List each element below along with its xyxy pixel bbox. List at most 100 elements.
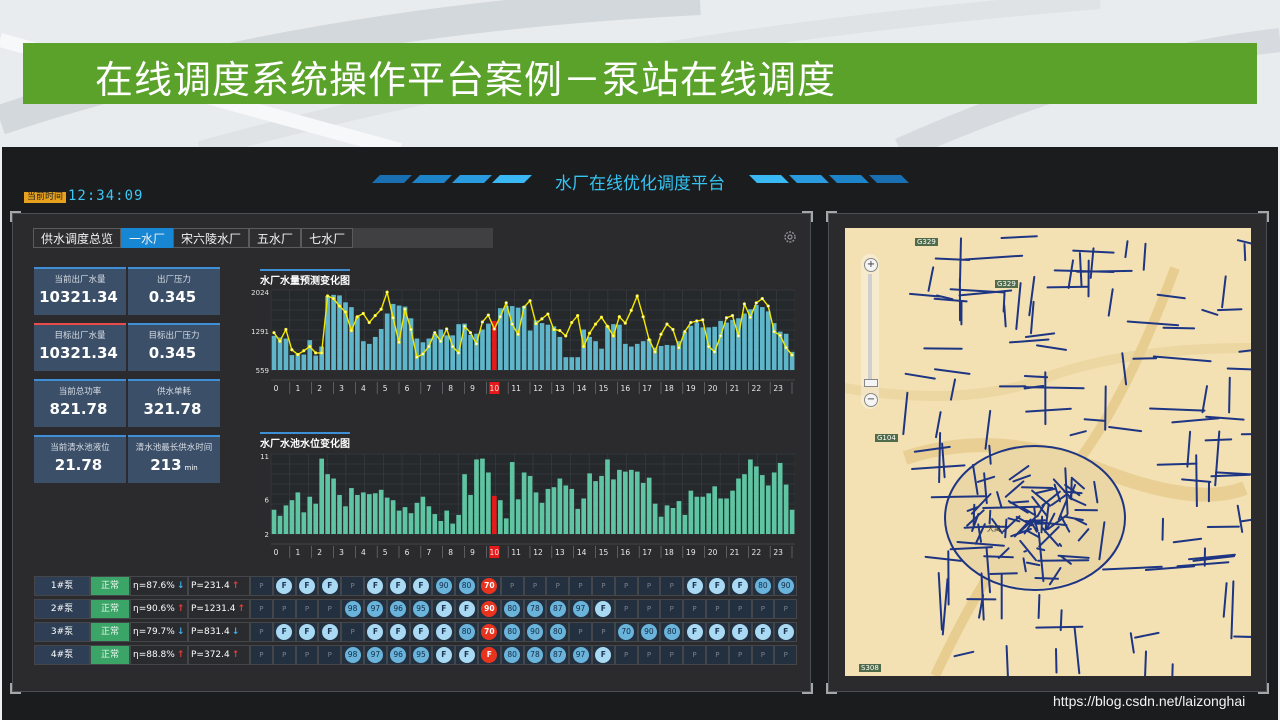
pump-hour-cell[interactable]: F	[432, 599, 456, 619]
pump-hour-cell[interactable]: 90	[477, 599, 501, 619]
pump-hour-cell[interactable]: F	[455, 645, 478, 665]
pump-hour-cell[interactable]: F	[432, 622, 456, 642]
pump-hour-cell[interactable]: P	[341, 576, 364, 596]
pump-hour-cell[interactable]: P	[272, 645, 296, 665]
pump-hour-cell[interactable]: F	[683, 576, 706, 596]
pump-hour-cell[interactable]: F	[432, 645, 456, 665]
pump-hour-cell[interactable]: 96	[386, 645, 410, 665]
pump-hour-cell[interactable]: F	[386, 576, 410, 596]
pump-hour-cell[interactable]: F	[591, 645, 615, 665]
pump-hour-cell[interactable]: F	[683, 622, 706, 642]
pump-hour-cell[interactable]: F	[705, 576, 729, 596]
pump-hour-cell[interactable]: F	[363, 622, 387, 642]
pump-hour-cell[interactable]: F	[774, 622, 798, 642]
pump-hour-cell[interactable]: P	[660, 645, 684, 665]
zoom-in-button[interactable]: +	[864, 258, 878, 272]
pump-hour-cell[interactable]: P	[705, 599, 729, 619]
pump-hour-cell[interactable]: F	[295, 576, 319, 596]
pump-hour-cell[interactable]: F	[386, 622, 410, 642]
pump-hour-cell[interactable]: 80	[455, 576, 478, 596]
pump-hour-cell[interactable]: F	[272, 622, 296, 642]
pump-hour-cell[interactable]: P	[272, 599, 296, 619]
pump-hour-cell[interactable]: P	[546, 576, 570, 596]
pump-hour-cell[interactable]: P	[591, 622, 615, 642]
pump-hour-cell[interactable]: 80	[660, 622, 684, 642]
pump-hour-cell[interactable]: 96	[386, 599, 410, 619]
tab-4[interactable]: 七水厂	[301, 228, 354, 248]
pump-hour-cell[interactable]: 80	[751, 576, 775, 596]
pump-hour-cell[interactable]: P	[660, 576, 684, 596]
tab-2[interactable]: 宋六陵水厂	[173, 228, 250, 248]
pump-hour-cell[interactable]: P	[250, 622, 273, 642]
pump-hour-cell[interactable]: 97	[363, 599, 387, 619]
pump-hour-cell[interactable]: 87	[546, 645, 570, 665]
pump-hour-cell[interactable]: P	[569, 622, 592, 642]
pump-hour-cell[interactable]: 97	[363, 645, 387, 665]
pump-hour-cell[interactable]: F	[409, 622, 433, 642]
pump-hour-cell[interactable]: 90	[523, 622, 547, 642]
pump-hour-cell[interactable]: 98	[341, 645, 364, 665]
pump-hour-cell[interactable]: P	[295, 645, 319, 665]
pump-hour-cell[interactable]: 78	[523, 599, 547, 619]
pump-hour-cell[interactable]: 87	[546, 599, 570, 619]
pump-hour-cell[interactable]: 70	[477, 576, 501, 596]
pump-hour-cell[interactable]: P	[637, 599, 661, 619]
pump-hour-cell[interactable]: P	[751, 645, 775, 665]
pump-hour-cell[interactable]: 70	[614, 622, 638, 642]
pump-hour-cell[interactable]: P	[295, 599, 319, 619]
pump-hour-cell[interactable]: P	[500, 576, 524, 596]
pump-hour-cell[interactable]: P	[591, 576, 615, 596]
pump-hour-cell[interactable]: P	[751, 599, 775, 619]
pump-hour-cell[interactable]: 97	[569, 645, 592, 665]
pump-hour-cell[interactable]: 90	[774, 576, 798, 596]
pump-hour-cell[interactable]: 80	[500, 645, 524, 665]
pump-hour-cell[interactable]: P	[728, 599, 752, 619]
pump-hour-cell[interactable]: 80	[455, 622, 478, 642]
pump-hour-cell[interactable]: 95	[409, 645, 433, 665]
pump-hour-cell[interactable]: P	[318, 599, 342, 619]
pump-hour-cell[interactable]: F	[705, 622, 729, 642]
tab-3[interactable]: 五水厂	[249, 228, 302, 248]
zoom-slider-handle[interactable]	[864, 379, 878, 387]
pump-hour-cell[interactable]: P	[705, 645, 729, 665]
pump-hour-cell[interactable]: 90	[637, 622, 661, 642]
pump-hour-cell[interactable]: P	[683, 645, 706, 665]
pump-hour-cell[interactable]: 78	[523, 645, 547, 665]
pump-hour-cell[interactable]: P	[569, 576, 592, 596]
pump-hour-cell[interactable]: F	[272, 576, 296, 596]
pump-hour-cell[interactable]: P	[774, 645, 798, 665]
pump-hour-cell[interactable]: P	[683, 599, 706, 619]
pump-hour-cell[interactable]: 80	[500, 622, 524, 642]
tab-0[interactable]: 供水调度总览	[33, 228, 122, 248]
pump-hour-cell[interactable]: P	[614, 645, 638, 665]
pump-hour-cell[interactable]: P	[637, 645, 661, 665]
pipe-network-map[interactable]: + − G329 G329 G104 S308 大禹	[845, 228, 1251, 676]
pump-hour-cell[interactable]: F	[295, 622, 319, 642]
pump-hour-cell[interactable]: 95	[409, 599, 433, 619]
pump-hour-cell[interactable]: P	[318, 645, 342, 665]
pump-hour-cell[interactable]: 70	[477, 622, 501, 642]
pump-hour-cell[interactable]: P	[250, 599, 273, 619]
pump-hour-cell[interactable]: P	[660, 599, 684, 619]
pump-hour-cell[interactable]: F	[751, 622, 775, 642]
gear-icon[interactable]	[783, 230, 797, 244]
pump-hour-cell[interactable]: P	[614, 599, 638, 619]
pump-hour-cell[interactable]: F	[591, 599, 615, 619]
pump-hour-cell[interactable]: F	[477, 645, 501, 665]
pump-hour-cell[interactable]: 97	[569, 599, 592, 619]
pump-hour-cell[interactable]: 80	[500, 599, 524, 619]
pump-hour-cell[interactable]: F	[728, 576, 752, 596]
pump-hour-cell[interactable]: F	[318, 622, 342, 642]
pump-hour-cell[interactable]: P	[250, 645, 273, 665]
zoom-slider-track[interactable]	[868, 274, 872, 384]
pump-hour-cell[interactable]: F	[318, 576, 342, 596]
pump-hour-cell[interactable]: 90	[432, 576, 456, 596]
pump-hour-cell[interactable]: F	[409, 576, 433, 596]
pump-hour-cell[interactable]: P	[614, 576, 638, 596]
zoom-out-button[interactable]: −	[864, 393, 878, 407]
pump-hour-cell[interactable]: 80	[546, 622, 570, 642]
pump-hour-cell[interactable]: F	[728, 622, 752, 642]
pump-hour-cell[interactable]: F	[363, 576, 387, 596]
pump-hour-cell[interactable]: P	[637, 576, 661, 596]
pump-hour-cell[interactable]: P	[523, 576, 547, 596]
